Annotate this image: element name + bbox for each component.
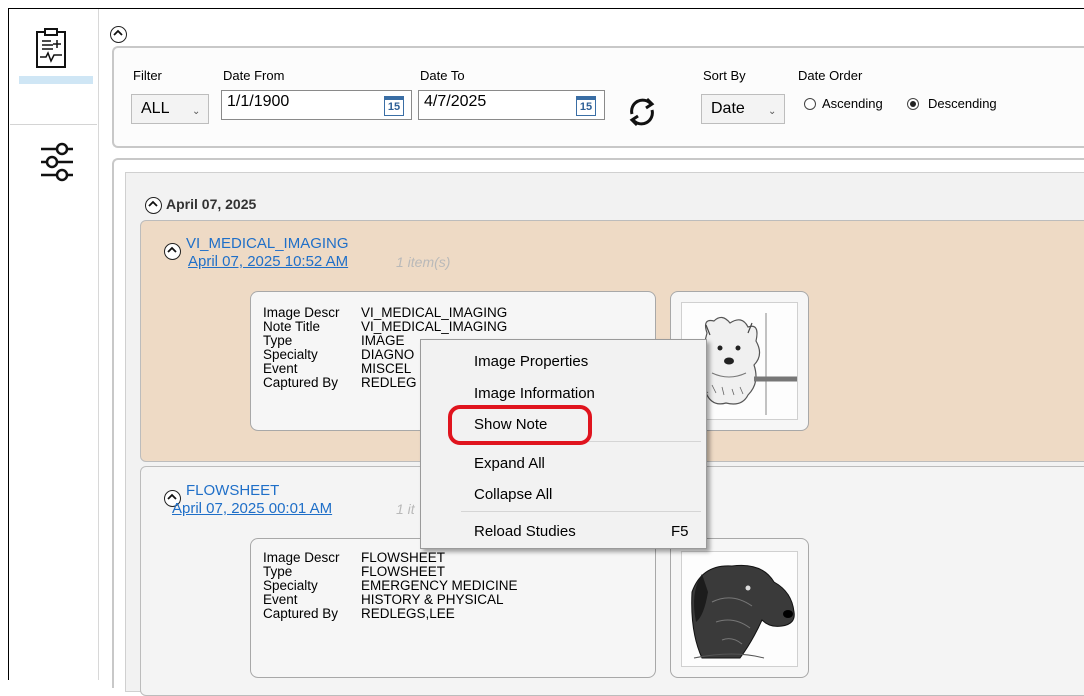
study-title-link[interactable]: FLOWSHEET [186,482,279,499]
ascending-label[interactable]: Ascending [822,96,883,111]
calendar-icon[interactable]: 15 [384,96,404,116]
chevron-down-icon: ⌄ [192,106,201,117]
info-row: Note Title VI_MEDICAL_IMAGING [263,320,507,334]
info-key: Specialty [263,347,318,362]
image-thumbnail-card[interactable] [670,538,809,678]
study-datetime-link[interactable]: April 07, 2025 00:01 AM [172,500,332,517]
menu-item-image-information[interactable]: Image Information [474,385,595,402]
info-value: FLOWSHEET [361,550,446,565]
refresh-icon[interactable] [624,94,660,135]
study-info-table: Image Descr FLOWSHEET Type FLOWSHEET Speci… [263,551,518,621]
annotation-highlight-ring [448,405,592,445]
sidebar-active-indicator [19,76,93,84]
date-to-value: 4/7/2025 [424,93,487,110]
menu-item-reload-studies[interactable]: Reload Studies [474,523,576,540]
menu-shortcut-f5: F5 [671,523,689,540]
collapse-date-group-button[interactable] [145,197,162,214]
info-row: Image Descr VI_MEDICAL_IMAGING [263,306,507,320]
info-key: Type [263,333,293,348]
clipboard-chart-icon [34,28,70,75]
filter-dropdown[interactable]: ALL ⌄ [131,94,209,124]
menu-item-image-properties[interactable]: Image Properties [474,353,588,370]
info-key: Note Title [263,319,321,334]
info-row: Specialty EMERGENCY MEDICINE [263,579,518,593]
info-value: FLOWSHEET [361,564,446,579]
info-value: HISTORY & PHYSICAL [361,592,504,607]
sort-by-value: Date [711,100,745,117]
menu-item-expand-all[interactable]: Expand All [474,455,545,472]
sliders-icon[interactable] [38,140,76,189]
item-count: 1 it [396,501,415,517]
info-key: Image Descr [263,550,340,565]
sort-by-label: Sort By [703,68,746,83]
study-info-card[interactable]: Image Descr FLOWSHEET Type FLOWSHEET Speci… [250,538,656,678]
study-datetime-link[interactable]: April 07, 2025 10:52 AM [188,253,348,270]
info-key: Captured By [263,375,339,390]
dog-sketch-image [682,552,797,666]
date-order-label: Date Order [798,68,863,83]
info-row: Event HISTORY & PHYSICAL [263,593,518,607]
menu-item-collapse-all[interactable]: Collapse All [474,486,552,503]
info-value: VI_MEDICAL_IMAGING [361,319,508,334]
info-key: Image Descr [263,305,340,320]
study-title-link[interactable]: VI_MEDICAL_IMAGING [186,235,349,252]
date-group-label: April 07, 2025 [166,196,257,212]
info-key: Specialty [263,578,318,593]
collapse-filter-button[interactable] [110,26,127,43]
date-from-label: Date From [223,68,285,83]
info-row: Type FLOWSHEET [263,565,518,579]
image-thumbnail[interactable] [681,551,798,667]
info-row: Image Descr FLOWSHEET [263,551,518,565]
info-key: Captured By [263,606,339,621]
collapse-study-button[interactable] [164,243,181,260]
info-row: Captured By REDLEGS,LEE [263,607,518,621]
descending-label[interactable]: Descending [928,96,997,111]
sidebar-divider [10,124,97,125]
menu-separator [461,511,701,512]
calendar-icon[interactable]: 15 [576,96,596,116]
filter-label: Filter [133,68,162,83]
sort-by-dropdown[interactable]: Date ⌄ [701,94,785,124]
sidebar [9,9,99,680]
info-value: EMERGENCY MEDICINE [361,578,518,593]
info-value: REDLEGS,LEE [361,606,455,621]
info-key: Event [263,592,298,607]
ascending-radio[interactable] [804,98,816,110]
item-count: 1 item(s) [396,254,451,270]
descending-radio[interactable] [907,98,919,110]
info-key: Event [263,361,298,376]
chevron-down-icon: ⌄ [768,106,777,117]
date-from-value: 1/1/1900 [227,93,290,110]
info-value: VI_MEDICAL_IMAGING [361,305,508,320]
date-to-label: Date To [420,68,465,83]
info-key: Type [263,564,293,579]
filter-value: ALL [141,100,170,117]
